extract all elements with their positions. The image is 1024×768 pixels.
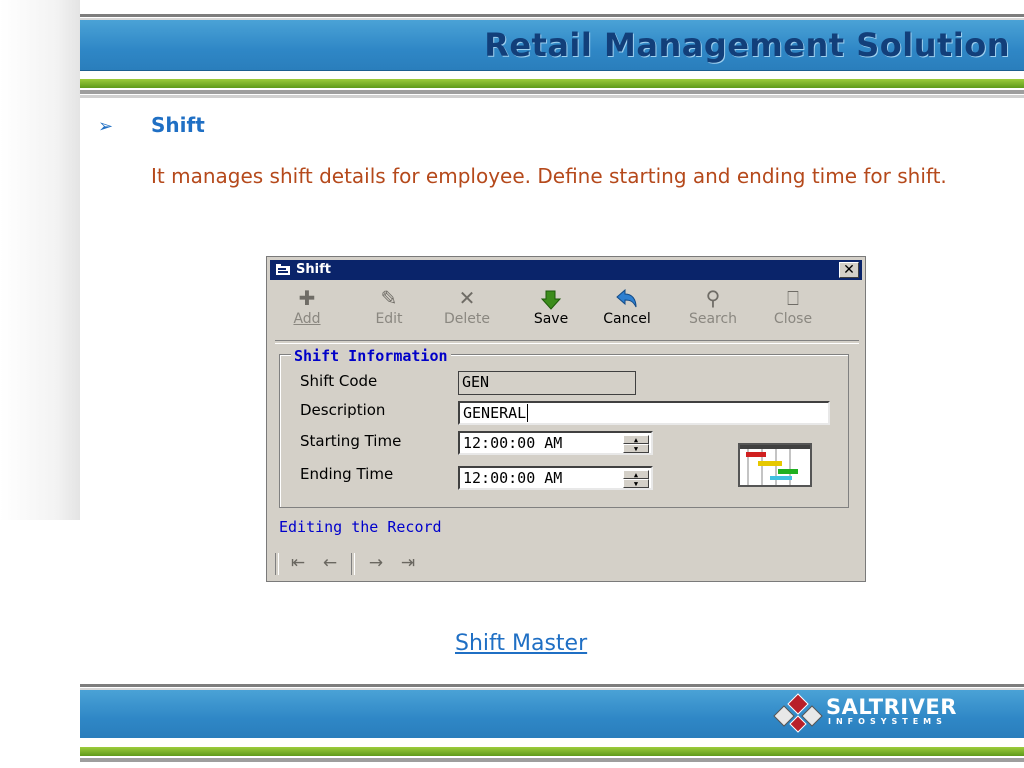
footer-rule — [80, 758, 1024, 762]
starting-time-label: Starting Time — [300, 432, 402, 450]
status-text: Editing the Record — [279, 518, 442, 536]
starting-time-field[interactable]: 12:00:00 AM ▲ ▼ — [458, 431, 653, 455]
add-button[interactable]: ✚ Add — [279, 285, 335, 335]
section-heading: Shift — [151, 113, 205, 137]
group-title: Shift Information — [291, 347, 451, 365]
header-rule — [80, 90, 1024, 94]
window-icon — [276, 264, 290, 275]
edit-icon: ✎ — [380, 286, 398, 310]
ending-time-label: Ending Time — [300, 465, 394, 483]
left-shade — [0, 0, 80, 520]
logo-mark-icon — [773, 693, 823, 733]
save-button[interactable]: Save — [523, 285, 579, 335]
next-record-icon[interactable]: → — [363, 552, 389, 574]
nav-divider — [275, 553, 279, 575]
shift-code-field[interactable]: GEN — [458, 371, 636, 395]
delete-label: Delete — [444, 311, 490, 327]
footer-green-stripe — [80, 747, 1024, 756]
saltriver-logo: SALTRIVER INFOSYSTEMS — [770, 692, 980, 736]
spin-down-icon[interactable]: ▼ — [623, 444, 649, 453]
search-label: Search — [688, 311, 738, 327]
logo-subtitle: INFOSYSTEMS — [828, 717, 947, 726]
add-label: Add — [293, 311, 321, 327]
header-green-stripe — [80, 79, 1024, 88]
ending-time-spinner[interactable]: ▲ ▼ — [623, 470, 649, 488]
bullet-icon: ➢ — [98, 116, 114, 137]
nav-divider — [351, 553, 355, 575]
ending-time-value: 12:00:00 AM — [463, 469, 563, 487]
description-value: GENERAL — [463, 404, 527, 422]
spin-up-icon[interactable]: ▲ — [623, 470, 649, 479]
cancel-button[interactable]: Cancel — [599, 285, 655, 335]
spin-down-icon[interactable]: ▼ — [623, 479, 649, 488]
starting-time-spinner[interactable]: ▲ ▼ — [623, 435, 649, 453]
description-field[interactable]: GENERAL — [458, 401, 830, 425]
edit-button[interactable]: ✎ Edit — [361, 285, 417, 335]
save-arrow-icon — [523, 285, 579, 311]
header-rule — [80, 14, 1024, 17]
header-title: Retail Management Solution — [484, 26, 1010, 64]
previous-record-icon[interactable]: ← — [317, 552, 343, 574]
logo-name: SALTRIVER — [826, 695, 957, 719]
dialog-titlebar: Shift ✕ — [270, 260, 862, 280]
dialog-title: Shift — [296, 262, 331, 277]
save-label: Save — [533, 311, 569, 327]
toolbar-divider — [275, 340, 859, 344]
search-icon: ⚲ — [705, 286, 721, 310]
footer-rule — [80, 684, 1024, 687]
door-icon: ⎕ — [787, 286, 799, 310]
plus-icon: ✚ — [298, 286, 316, 310]
close-toolbar-button[interactable]: ⎕ Close — [765, 285, 821, 335]
shift-master-link[interactable]: Shift Master — [455, 631, 587, 656]
toolbar: ✚ Add ✎ Edit ✕ Delete Save Cancel ⚲ Sear… — [275, 285, 855, 335]
ending-time-field[interactable]: 12:00:00 AM ▲ ▼ — [458, 466, 653, 490]
edit-label: Edit — [375, 311, 403, 327]
spin-up-icon[interactable]: ▲ — [623, 435, 649, 444]
shift-dialog: Shift ✕ ✚ Add ✎ Edit ✕ Delete Save Cance… — [266, 256, 866, 582]
text-cursor — [527, 404, 529, 422]
first-record-icon[interactable]: ⇤ — [285, 552, 311, 574]
delete-button[interactable]: ✕ Delete — [439, 285, 495, 335]
schedule-chart-icon — [738, 443, 812, 487]
search-button[interactable]: ⚲ Search — [685, 285, 741, 335]
delete-icon: ✕ — [458, 286, 476, 310]
shift-code-label: Shift Code — [300, 372, 378, 390]
cancel-label: Cancel — [603, 311, 651, 327]
description-label: Description — [300, 401, 386, 419]
header-rule — [80, 95, 1024, 98]
last-record-icon[interactable]: ⇥ — [395, 552, 421, 574]
close-label: Close — [773, 311, 813, 327]
cancel-arrow-icon — [599, 285, 655, 311]
starting-time-value: 12:00:00 AM — [463, 434, 563, 452]
section-description: It manages shift details for employee. D… — [151, 164, 947, 188]
close-button[interactable]: ✕ — [839, 262, 859, 278]
